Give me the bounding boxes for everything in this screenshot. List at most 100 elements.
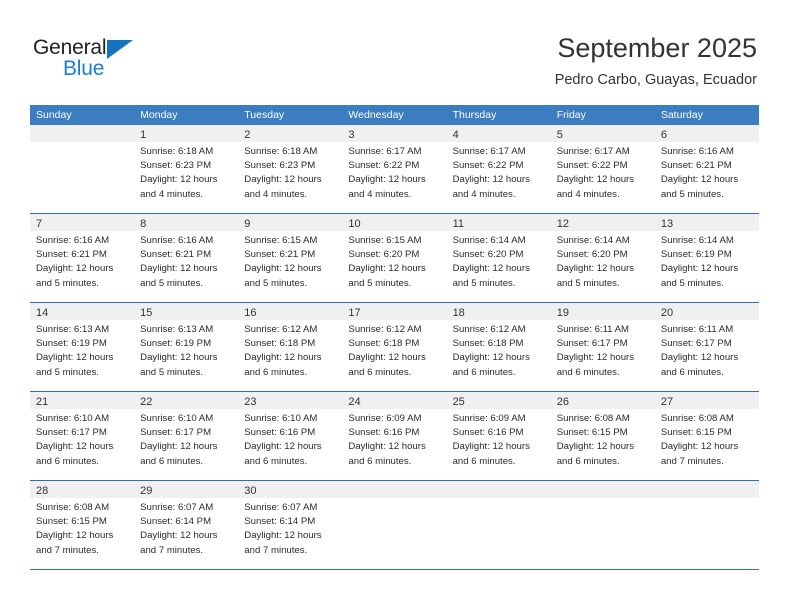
day-cell-15[interactable]: 15 Sunrise: 6:13 AM Sunset: 6:19 PM Dayligh…	[134, 303, 239, 391]
day-detail-body: Sunrise: 6:12 AM Sunset: 6:18 PM Daylight:…	[342, 320, 446, 380]
day-detail-line: Sunset: 6:14 PM	[140, 516, 212, 528]
day-number-band: 1	[134, 125, 239, 142]
week-row: 28 Sunrise: 6:08 AM Sunset: 6:15 PM Dayligh…	[30, 481, 759, 570]
day-cell-27[interactable]: 27 Sunrise: 6:08 AM Sunset: 6:15 PM Dayligh…	[654, 392, 759, 480]
day-number: 2	[244, 129, 251, 141]
day-detail-body: Sunrise: 6:17 AM Sunset: 6:22 PM Daylight:…	[447, 142, 551, 202]
day-cell-29[interactable]: 29 Sunrise: 6:07 AM Sunset: 6:14 PM Dayligh…	[134, 481, 239, 569]
day-cell-20[interactable]: 20 Sunrise: 6:11 AM Sunset: 6:17 PM Dayligh…	[654, 303, 759, 391]
day-cell-2[interactable]: 2 Sunrise: 6:18 AM Sunset: 6:23 PM Daylight…	[238, 125, 343, 213]
day-number: 3	[348, 129, 355, 141]
day-detail-line: Daylight: 12 hours	[140, 530, 218, 542]
day-detail-line: and 5 minutes.	[660, 188, 724, 200]
generalblue-logo[interactable]: General Blue	[33, 36, 223, 84]
day-number: 16	[244, 307, 257, 319]
day-cell-22[interactable]: 22 Sunrise: 6:10 AM Sunset: 6:17 PM Dayligh…	[134, 392, 239, 480]
day-number-band	[446, 481, 551, 498]
day-number-band: 21	[30, 392, 135, 409]
day-cell-5[interactable]: 5 Sunrise: 6:17 AM Sunset: 6:22 PM Daylight…	[550, 125, 655, 213]
day-cell-13[interactable]: 13 Sunrise: 6:14 AM Sunset: 6:19 PM Dayligh…	[654, 214, 759, 302]
weeks-container: 1 Sunrise: 6:18 AM Sunset: 6:23 PM Daylight…	[30, 125, 759, 570]
day-cell-30[interactable]: 30 Sunrise: 6:07 AM Sunset: 6:14 PM Dayligh…	[238, 481, 343, 569]
day-detail-line: Daylight: 12 hours	[244, 174, 322, 186]
day-detail-line: Sunset: 6:21 PM	[244, 249, 316, 261]
day-detail-line: and 5 minutes.	[452, 277, 516, 289]
day-cell-6[interactable]: 6 Sunrise: 6:16 AM Sunset: 6:21 PM Daylight…	[654, 125, 759, 213]
day-detail-line: Daylight: 12 hours	[348, 263, 426, 275]
day-detail-line: Sunrise: 6:13 AM	[36, 324, 110, 335]
day-detail-body: Sunrise: 6:10 AM Sunset: 6:16 PM Daylight:…	[238, 409, 342, 469]
day-cell-4[interactable]: 4 Sunrise: 6:17 AM Sunset: 6:22 PM Daylight…	[446, 125, 551, 213]
day-cell-10[interactable]: 10 Sunrise: 6:15 AM Sunset: 6:20 PM Dayligh…	[342, 214, 447, 302]
day-detail-line: Sunrise: 6:08 AM	[660, 413, 734, 424]
day-cell-19[interactable]: 19 Sunrise: 6:11 AM Sunset: 6:17 PM Dayligh…	[550, 303, 655, 391]
day-detail-body: Sunrise: 6:10 AM Sunset: 6:17 PM Daylight:…	[30, 409, 134, 469]
day-number-band: 25	[446, 392, 551, 409]
day-cell-16[interactable]: 16 Sunrise: 6:12 AM Sunset: 6:18 PM Dayligh…	[238, 303, 343, 391]
day-number-band: 19	[550, 303, 655, 320]
day-detail-line: Daylight: 12 hours	[452, 352, 530, 364]
page-title: September 2025	[557, 33, 757, 63]
day-detail-body: Sunrise: 6:16 AM Sunset: 6:21 PM Daylight:…	[30, 231, 134, 291]
day-cell-18[interactable]: 18 Sunrise: 6:12 AM Sunset: 6:18 PM Dayligh…	[446, 303, 551, 391]
day-cell-3[interactable]: 3 Sunrise: 6:17 AM Sunset: 6:22 PM Daylight…	[342, 125, 447, 213]
day-number-band: 16	[238, 303, 343, 320]
day-detail-line: and 5 minutes.	[244, 277, 308, 289]
week-row: 7 Sunrise: 6:16 AM Sunset: 6:21 PM Daylight…	[30, 214, 759, 303]
day-detail-body: Sunrise: 6:09 AM Sunset: 6:16 PM Daylight:…	[342, 409, 446, 469]
weekday-header-sunday: Sunday	[36, 109, 72, 121]
day-detail-line: Sunset: 6:17 PM	[140, 427, 212, 439]
day-cell-11[interactable]: 11 Sunrise: 6:14 AM Sunset: 6:20 PM Dayligh…	[446, 214, 551, 302]
day-cell-9[interactable]: 9 Sunrise: 6:15 AM Sunset: 6:21 PM Daylight…	[238, 214, 343, 302]
day-number-band: 15	[134, 303, 239, 320]
day-cell-21[interactable]: 21 Sunrise: 6:10 AM Sunset: 6:17 PM Dayligh…	[30, 392, 135, 480]
day-number-band: 10	[342, 214, 447, 231]
day-detail-body: Sunrise: 6:16 AM Sunset: 6:21 PM Daylight:…	[655, 142, 759, 202]
day-cell-14[interactable]: 14 Sunrise: 6:13 AM Sunset: 6:19 PM Dayligh…	[30, 303, 135, 391]
day-number-band	[654, 481, 759, 498]
day-cell-empty	[654, 481, 759, 569]
day-detail-line: Daylight: 12 hours	[660, 263, 739, 275]
day-number: 23	[244, 396, 257, 408]
day-cell-24[interactable]: 24 Sunrise: 6:09 AM Sunset: 6:16 PM Dayligh…	[342, 392, 447, 480]
day-detail-line: and 4 minutes.	[348, 188, 412, 200]
day-detail-line: Sunrise: 6:12 AM	[348, 324, 422, 335]
day-detail-line: and 4 minutes.	[452, 188, 516, 200]
day-detail-body: Sunrise: 6:17 AM Sunset: 6:22 PM Daylight:…	[342, 142, 446, 202]
day-detail-body: Sunrise: 6:08 AM Sunset: 6:15 PM Daylight:…	[30, 498, 134, 558]
day-detail-body: Sunrise: 6:18 AM Sunset: 6:23 PM Daylight:…	[134, 142, 238, 202]
day-cell-28[interactable]: 28 Sunrise: 6:08 AM Sunset: 6:15 PM Dayligh…	[30, 481, 135, 569]
day-number-band: 22	[134, 392, 239, 409]
day-detail-line: Sunset: 6:17 PM	[660, 338, 732, 350]
weekday-header-monday: Monday	[140, 109, 178, 121]
day-detail-line: Daylight: 12 hours	[556, 174, 635, 186]
day-cell-1[interactable]: 1 Sunrise: 6:18 AM Sunset: 6:23 PM Daylight…	[134, 125, 239, 213]
day-detail-line: Daylight: 12 hours	[452, 263, 530, 275]
day-cell-23[interactable]: 23 Sunrise: 6:10 AM Sunset: 6:16 PM Dayligh…	[238, 392, 343, 480]
day-detail-line: Sunrise: 6:10 AM	[140, 413, 214, 424]
day-detail-line: Sunrise: 6:17 AM	[556, 146, 630, 157]
day-detail-body	[655, 498, 759, 501]
day-cell-8[interactable]: 8 Sunrise: 6:16 AM Sunset: 6:21 PM Daylight…	[134, 214, 239, 302]
day-cell-25[interactable]: 25 Sunrise: 6:09 AM Sunset: 6:16 PM Dayligh…	[446, 392, 551, 480]
day-detail-line: Sunrise: 6:18 AM	[140, 146, 214, 157]
day-detail-line: Sunrise: 6:09 AM	[348, 413, 422, 424]
day-number: 10	[348, 218, 361, 230]
day-detail-line: and 6 minutes.	[36, 455, 99, 467]
day-detail-line: and 6 minutes.	[348, 455, 412, 467]
day-detail-line: Sunset: 6:15 PM	[36, 516, 107, 528]
day-cell-12[interactable]: 12 Sunrise: 6:14 AM Sunset: 6:20 PM Dayligh…	[550, 214, 655, 302]
logo-text-blue: Blue	[63, 57, 105, 80]
day-cell-7[interactable]: 7 Sunrise: 6:16 AM Sunset: 6:21 PM Daylight…	[30, 214, 135, 302]
day-detail-line: and 5 minutes.	[660, 277, 724, 289]
day-cell-26[interactable]: 26 Sunrise: 6:08 AM Sunset: 6:15 PM Dayligh…	[550, 392, 655, 480]
day-detail-line: Sunrise: 6:14 AM	[452, 235, 526, 246]
day-detail-line: Sunset: 6:19 PM	[140, 338, 212, 350]
day-detail-body: Sunrise: 6:11 AM Sunset: 6:17 PM Daylight:…	[551, 320, 655, 380]
day-detail-line: and 6 minutes.	[140, 455, 204, 467]
day-detail-body: Sunrise: 6:15 AM Sunset: 6:20 PM Daylight:…	[342, 231, 446, 291]
day-detail-line: and 7 minutes.	[140, 544, 204, 556]
day-number: 30	[244, 485, 257, 497]
day-cell-17[interactable]: 17 Sunrise: 6:12 AM Sunset: 6:18 PM Dayligh…	[342, 303, 447, 391]
day-detail-line: Sunrise: 6:17 AM	[348, 146, 422, 157]
